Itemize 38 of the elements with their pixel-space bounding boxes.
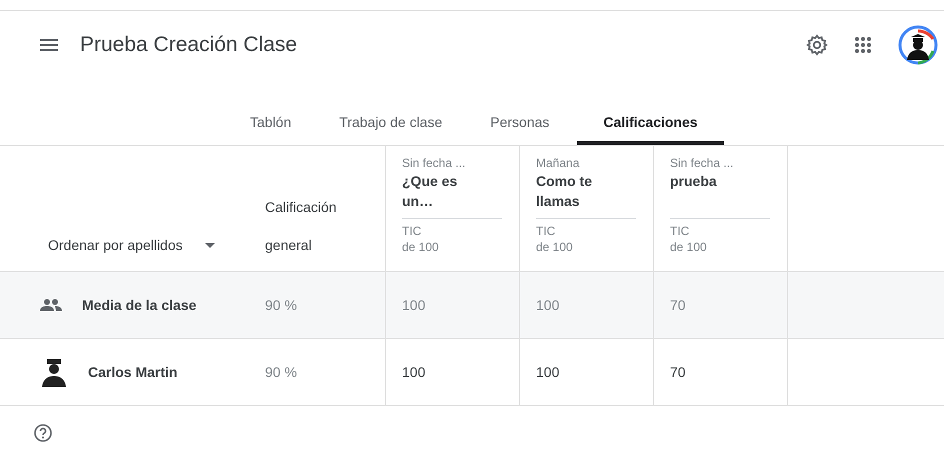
caret-icon [204,242,215,248]
overall-grade: 90 % [265,364,297,380]
student-name: Media de la clase [82,297,196,313]
tab[interactable]: Personas [470,79,570,145]
column-heading: Calificación [265,199,338,215]
points-label: de 100 [670,239,708,255]
category-label: TIC [402,223,422,239]
assignment-title[interactable]: Como te llamas [536,171,616,211]
avatar [40,357,68,387]
student-name: Carlos Martin [88,364,178,380]
grade-value: 70 [670,297,686,313]
points-label: de 100 [536,239,574,255]
settings-icon[interactable] [806,34,828,56]
assignment-title[interactable]: prueba [670,171,750,211]
grade-value: 100 [536,364,560,380]
apps-icon[interactable] [854,36,872,54]
tab[interactable]: Calificaciones [577,79,724,145]
grade-value: 100 [402,297,426,313]
due-date: Mañana [536,156,580,170]
column-heading: general [265,237,313,253]
due-date: Sin fecha ... [670,156,734,170]
points-label: de 100 [402,239,440,255]
tab[interactable]: Trabajo de clase [319,79,462,145]
avatar[interactable] [898,25,938,65]
grade-value: 70 [670,364,686,380]
menu-icon[interactable] [40,39,58,51]
tab[interactable]: Tablón [230,79,312,145]
sort-dropdown[interactable]: Ordenar por apellidos [48,233,215,257]
category-label: TIC [536,223,556,239]
class-title: Prueba Creación Clase [80,33,298,57]
assignment-title[interactable]: ¿Que es un… [402,171,482,211]
grade-value: 100 [536,297,560,313]
help-icon[interactable] [34,424,52,442]
grade-value: 100 [402,364,426,380]
overall-grade: 90 % [265,297,297,313]
due-date: Sin fecha ... [402,156,466,170]
people-icon [40,299,62,311]
category-label: TIC [670,223,690,239]
